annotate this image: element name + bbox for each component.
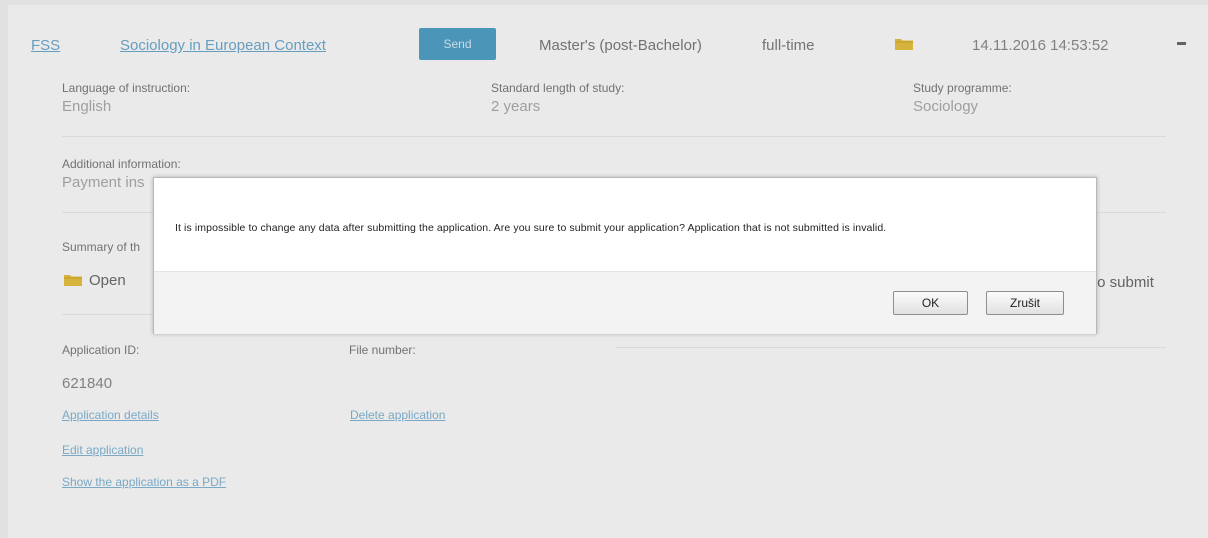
dialog-footer: OK Zrušit <box>154 271 1096 334</box>
ok-button[interactable]: OK <box>893 291 968 315</box>
confirm-dialog: It is impossible to change any data afte… <box>153 177 1097 334</box>
dialog-message: It is impossible to change any data afte… <box>175 222 887 234</box>
cancel-button[interactable]: Zrušit <box>986 291 1064 315</box>
